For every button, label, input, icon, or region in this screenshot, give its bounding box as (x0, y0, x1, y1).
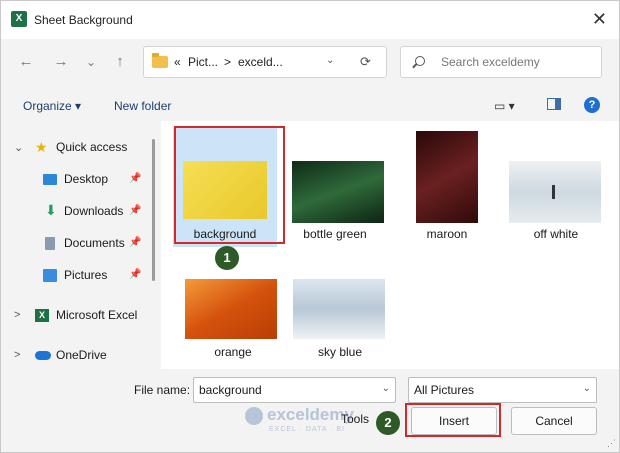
pin-icon: 📌 (129, 237, 142, 248)
highlight-box-insert (405, 403, 501, 437)
thumbnail-image (416, 131, 478, 223)
sidebar-item-pictures[interactable]: Pictures 📌 (1, 265, 151, 287)
address-segment-pictures[interactable]: Pict... (188, 55, 218, 69)
sidebar-item-label: Desktop (64, 172, 109, 186)
cancel-button[interactable]: Cancel (511, 407, 597, 435)
file-name-input[interactable]: background ⌄ (193, 377, 396, 403)
thumbnail-image (292, 161, 384, 223)
sidebar-item-label: Documents (64, 236, 125, 250)
excel-icon: X (11, 11, 27, 27)
thumbnail-image (185, 279, 277, 339)
pin-icon: 📌 (129, 269, 142, 280)
sidebar-item-label: Pictures (64, 268, 108, 282)
step-badge-2: 2 (376, 411, 400, 435)
pictures-icon (43, 269, 57, 282)
address-bar[interactable]: « Pict... > exceld... ⌄ ⟳ (143, 46, 387, 78)
forward-arrow-icon[interactable]: → (51, 53, 71, 71)
tools-menu[interactable]: Tools (341, 412, 369, 426)
file-type-value: All Pictures (414, 383, 475, 397)
sidebar-item-desktop[interactable]: Desktop 📌 (1, 169, 151, 191)
folder-icon (152, 53, 168, 68)
sidebar-item-microsoft-excel[interactable]: > X Microsoft Excel (1, 305, 151, 327)
sidebar-item-downloads[interactable]: ⬇ Downloads 📌 (1, 201, 151, 223)
chevron-down-icon[interactable]: ⌄ (14, 141, 23, 154)
sidebar-item-label: Downloads (64, 204, 124, 218)
chevron-down-icon[interactable]: ⌄ (583, 383, 591, 394)
sidebar-item-label: Quick access (56, 140, 128, 154)
file-name-label: orange (214, 345, 252, 359)
sidebar-item-documents[interactable]: Documents 📌 (1, 233, 151, 255)
resize-grip-icon[interactable]: ⋰ (607, 438, 616, 449)
chevron-right-icon[interactable]: > (14, 309, 20, 321)
documents-icon (45, 237, 55, 250)
sidebar-scrollbar[interactable] (152, 139, 155, 281)
navigation-pane: ⌄ ★ Quick access Desktop 📌 ⬇ Downloads 📌… (1, 123, 161, 369)
file-item-bottle-green[interactable]: bottle green (281, 127, 385, 247)
search-icon (415, 56, 425, 66)
sidebar-item-label: OneDrive (56, 348, 107, 362)
excel-icon: X (35, 309, 49, 322)
refresh-icon[interactable]: ⟳ (360, 54, 371, 70)
up-arrow-icon[interactable]: ↑ (110, 53, 130, 71)
figure-silhouette (552, 185, 555, 199)
file-name-label: File name: (134, 383, 191, 397)
pin-icon: 📌 (129, 205, 142, 216)
file-name-label: maroon (426, 227, 468, 241)
download-icon: ⬇ (45, 202, 57, 218)
new-folder-button[interactable]: New folder (114, 99, 171, 113)
help-icon[interactable]: ? (584, 97, 600, 113)
thumbnail-image (509, 161, 601, 223)
file-name-label: off white (533, 227, 579, 241)
recent-locations-icon[interactable]: ⌄ (81, 53, 101, 71)
close-icon[interactable]: ✕ (592, 10, 607, 28)
cloud-icon (35, 351, 51, 360)
file-item-off-white[interactable]: off white (504, 127, 608, 247)
title-bar: X Sheet Background ✕ (1, 1, 619, 39)
organize-menu[interactable]: Organize ▾ (23, 99, 81, 113)
sheet-background-dialog: X Sheet Background ✕ ← → ⌄ ↑ « Pict... >… (0, 0, 620, 453)
chevron-down-icon[interactable]: ⌄ (382, 383, 390, 394)
search-placeholder: Search exceldemy (441, 55, 540, 69)
dialog-title: Sheet Background (34, 13, 133, 27)
sidebar-item-quick-access[interactable]: ⌄ ★ Quick access (1, 137, 151, 159)
thumbnail-image (293, 279, 385, 339)
file-item-orange[interactable]: orange (175, 265, 279, 385)
watermark-logo-icon (245, 407, 263, 425)
watermark-tagline: EXCEL · DATA · BI (269, 426, 345, 433)
file-name-value: background (199, 383, 262, 397)
desktop-icon (43, 174, 57, 185)
address-segment-exceldemy[interactable]: exceld... (238, 55, 283, 69)
sidebar-item-onedrive[interactable]: > OneDrive (1, 345, 151, 367)
file-item-maroon[interactable]: maroon (395, 127, 499, 247)
star-icon: ★ (35, 139, 48, 155)
command-bar: Organize ▾ New folder ▭ ▾ ? (1, 93, 619, 121)
file-type-select[interactable]: All Pictures ⌄ (408, 377, 597, 403)
sidebar-item-label: Microsoft Excel (56, 308, 138, 322)
search-box[interactable]: Search exceldemy (400, 46, 602, 78)
address-overflow[interactable]: « (174, 55, 181, 69)
file-name-label: sky blue (317, 345, 363, 359)
highlight-box-background (174, 126, 285, 244)
file-name-label: bottle green (303, 227, 367, 241)
preview-pane-icon[interactable] (547, 98, 561, 110)
back-arrow-icon[interactable]: ← (16, 53, 36, 71)
address-dropdown-icon[interactable]: ⌄ (326, 55, 334, 66)
address-separator: > (224, 55, 232, 69)
pin-icon: 📌 (129, 173, 142, 184)
file-item-sky-blue[interactable]: sky blue (283, 265, 387, 385)
chevron-right-icon[interactable]: > (14, 349, 20, 361)
view-options-icon[interactable]: ▭ ▾ (494, 99, 515, 113)
step-badge-1: 1 (215, 246, 239, 270)
